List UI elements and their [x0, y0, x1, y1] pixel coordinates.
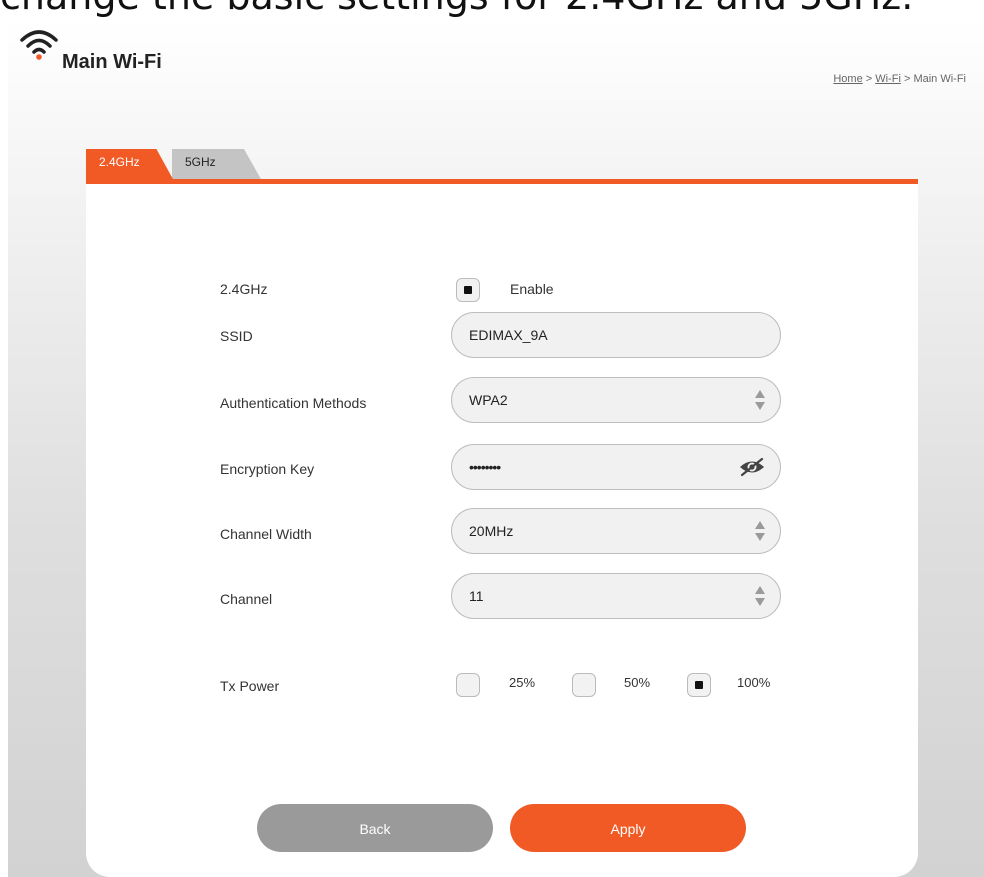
breadcrumb: Home > Wi-Fi > Main Wi-Fi	[833, 73, 966, 85]
tx-power-label: Tx Power	[220, 678, 280, 694]
band-label: 2.4GHz	[220, 281, 268, 297]
breadcrumb-home-link[interactable]: Home	[833, 73, 862, 85]
tx-power-100-checkbox[interactable]	[687, 673, 711, 697]
settings-panel: 2.4GHz Enable SSID EDIMAX_9A Authenticat…	[86, 184, 918, 877]
channel-label: Channel	[220, 591, 273, 607]
breadcrumb-wifi-link[interactable]: Wi-Fi	[875, 73, 901, 85]
channel-width-select[interactable]: 20MHz	[451, 508, 781, 554]
tx-power-25-checkbox[interactable]	[456, 673, 480, 697]
wifi-icon	[20, 30, 58, 60]
apply-button[interactable]: Apply	[510, 804, 746, 852]
page-title: Main Wi-Fi	[62, 51, 162, 73]
router-settings-screen: Main Wi-Fi Home > Wi-Fi > Main Wi-Fi 5GH…	[8, 20, 984, 877]
breadcrumb-current: Main Wi-Fi	[913, 73, 966, 85]
auth-method-select[interactable]: WPA2	[451, 377, 781, 423]
tx-power-25-label: 25%	[509, 675, 536, 690]
channel-width-label: Channel Width	[220, 526, 312, 542]
encryption-key-label: Encryption Key	[220, 461, 315, 477]
tab-5ghz[interactable]: 5GHz	[172, 149, 262, 181]
ssid-input[interactable]: EDIMAX_9A	[451, 312, 781, 358]
back-button[interactable]: Back	[257, 804, 493, 852]
hide-password-eye-icon[interactable]	[738, 457, 766, 477]
breadcrumb-separator: >	[900, 73, 914, 85]
ssid-value: EDIMAX_9A	[469, 327, 548, 343]
auth-label: Authentication Methods	[220, 395, 367, 411]
ssid-label: SSID	[220, 328, 253, 344]
breadcrumb-separator: >	[862, 73, 876, 85]
channel-select[interactable]: 11	[451, 573, 781, 619]
encryption-key-input[interactable]: ••••••••	[451, 444, 781, 490]
encryption-key-value: ••••••••	[469, 459, 501, 475]
select-arrows-icon	[755, 586, 765, 606]
channel-value: 11	[469, 588, 484, 604]
tx-power-100-label: 100%	[737, 675, 771, 690]
tx-power-50-label: 50%	[624, 675, 651, 690]
auth-method-value: WPA2	[469, 392, 508, 408]
select-arrows-icon	[755, 521, 765, 541]
tab-2-4ghz[interactable]: 2.4GHz	[86, 149, 174, 181]
tx-power-50-checkbox[interactable]	[572, 673, 596, 697]
band-enable-checkbox[interactable]	[456, 278, 480, 302]
channel-width-value: 20MHz	[469, 523, 514, 539]
enable-label: Enable	[510, 281, 554, 297]
document-caption: change the basic settings for 2.4GHz and…	[0, 0, 913, 21]
select-arrows-icon	[755, 390, 765, 410]
